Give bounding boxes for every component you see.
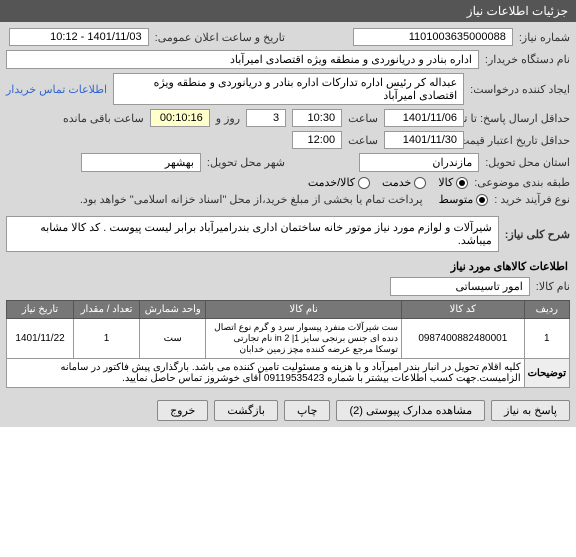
- response-time-label: ساعت: [348, 112, 378, 125]
- radio-icon: [414, 177, 426, 189]
- province-label: استان محل تحویل:: [485, 156, 570, 169]
- requester-label: ایجاد کننده درخواست:: [470, 83, 570, 96]
- th-code: کد کالا: [401, 301, 524, 319]
- response-deadline-label: حداقل ارسال پاسخ: تا تاریخ:: [470, 112, 570, 125]
- classification-radios: کالا خدمت کالا/خدمت: [308, 176, 468, 189]
- cell-row: 1: [524, 319, 569, 359]
- buyer-contact-link[interactable]: اطلاعات تماس خریدار: [6, 83, 107, 96]
- remaining-time: 00:10:16: [150, 109, 210, 127]
- th-name: نام کالا: [206, 301, 402, 319]
- goods-name-label: نام کالا:: [536, 280, 570, 293]
- classification-label: طبقه بندی موضوعی:: [474, 176, 570, 189]
- days-value: 3: [246, 109, 286, 127]
- cell-code: 0987400882480001: [401, 319, 524, 359]
- need-number-label: شماره نیاز:: [519, 31, 570, 44]
- radio-goods-service[interactable]: کالا/خدمت: [308, 176, 370, 189]
- general-desc-label: شرح کلی نیاز:: [505, 228, 570, 241]
- print-button[interactable]: چاپ: [284, 400, 331, 421]
- radio-goods[interactable]: کالا: [438, 176, 468, 189]
- city-value: بهشهر: [81, 153, 201, 172]
- purchase-type-label: نوع فرآیند خرید :: [494, 193, 570, 206]
- cell-unit: ست: [140, 319, 206, 359]
- public-announce-value: 1401/11/03 - 10:12: [9, 28, 149, 46]
- cell-name: ست شیرآلات منفرد پیسوار سرد و گرم نوع ات…: [206, 319, 402, 359]
- goods-table: ردیف کد کالا نام کالا واحد شمارش تعداد /…: [6, 300, 570, 388]
- purchase-note: پرداخت تمام یا بخشی از مبلغ خرید،از محل …: [80, 193, 423, 206]
- back-button[interactable]: بازگشت: [214, 400, 278, 421]
- need-number-value: 1101003635000088: [353, 28, 513, 46]
- form-content: شماره نیاز: 1101003635000088 تاریخ و ساع…: [0, 22, 576, 394]
- public-announce-label: تاریخ و ساعت اعلان عمومی:: [155, 31, 285, 44]
- general-desc-value: شیرآلات و لوازم مورد نیاز موتور خانه ساخ…: [6, 216, 499, 252]
- desc-value: کلیه اقلام تحویل در انبار بندر امیرآباد …: [7, 359, 525, 388]
- desc-label: توضیحات: [524, 359, 569, 388]
- response-date: 1401/11/06: [384, 109, 464, 127]
- response-time: 10:30: [292, 109, 342, 127]
- validity-time: 12:00: [292, 131, 342, 149]
- days-label: روز و: [216, 112, 240, 125]
- radio-icon: [476, 194, 488, 206]
- city-label: شهر محل تحویل:: [207, 156, 285, 169]
- validity-date: 1401/11/30: [384, 131, 464, 149]
- th-row: ردیف: [524, 301, 569, 319]
- radio-medium[interactable]: متوسط: [439, 193, 489, 206]
- header-title: جزئیات اطلاعات نیاز: [467, 4, 568, 18]
- table-desc-row: توضیحات کلیه اقلام تحویل در انبار بندر ا…: [7, 359, 570, 388]
- view-docs-button[interactable]: مشاهده مدارک پیوستی (2): [336, 400, 485, 421]
- radio-icon: [456, 177, 468, 189]
- th-unit: واحد شمارش: [140, 301, 206, 319]
- table-header-row: ردیف کد کالا نام کالا واحد شمارش تعداد /…: [7, 301, 570, 319]
- cell-need-date: 1401/11/22: [7, 319, 74, 359]
- respond-button[interactable]: پاسخ به نیاز: [491, 400, 570, 421]
- th-need-date: تاریخ نیاز: [7, 301, 74, 319]
- goods-info-title: اطلاعات کالاهای مورد نیاز: [6, 256, 570, 277]
- header-bar: جزئیات اطلاعات نیاز: [0, 0, 576, 22]
- cell-qty: 1: [74, 319, 140, 359]
- remaining-label: ساعت باقی مانده: [63, 112, 144, 125]
- radio-service[interactable]: خدمت: [382, 176, 426, 189]
- validity-label: حداقل تاریخ اعتبار قیمت: تا تاریخ:: [470, 134, 570, 147]
- th-qty: تعداد / مقدار: [74, 301, 140, 319]
- buyer-org-label: نام دستگاه خریدار:: [485, 53, 570, 66]
- goods-name-value: امور تاسیساتی: [390, 277, 530, 296]
- province-value: مازندران: [359, 153, 479, 172]
- exit-button[interactable]: خروج: [157, 400, 208, 421]
- radio-icon: [358, 177, 370, 189]
- buyer-org-value: اداره بنادر و دریانوردی و منطقه ویژه اقت…: [6, 50, 479, 69]
- table-row[interactable]: 1 0987400882480001 ست شیرآلات منفرد پیسو…: [7, 319, 570, 359]
- button-bar: پاسخ به نیاز مشاهده مدارک پیوستی (2) چاپ…: [0, 394, 576, 427]
- requester-value: عبداله کر رئیس اداره تدارکات اداره بنادر…: [113, 73, 464, 105]
- purchase-type-radios: متوسط: [439, 193, 489, 206]
- validity-time-label: ساعت: [348, 134, 378, 147]
